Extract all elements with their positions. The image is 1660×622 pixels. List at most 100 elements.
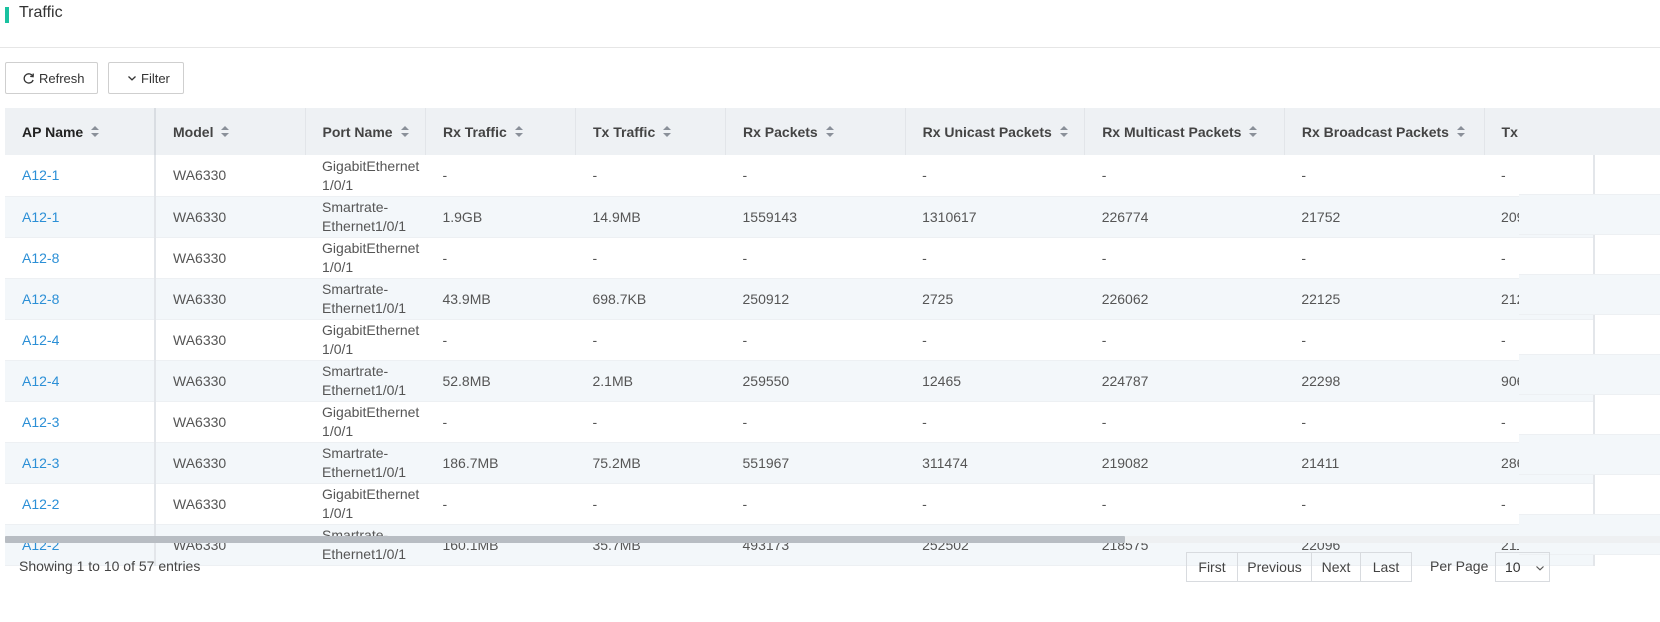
- column-header-rx-multicast-packets[interactable]: Rx Multicast Packets: [1084, 108, 1285, 155]
- cell-rx-broadcast-packets: 22298: [1284, 360, 1485, 402]
- cell-rx-traffic: 52.8MB: [425, 360, 576, 402]
- title-accent-bar: [5, 7, 9, 23]
- cell-port-name: Smartrate-Ethernet1/0/1: [305, 278, 426, 320]
- cell-rx-traffic: 186.7MB: [425, 442, 576, 484]
- pagination: First Previous Next Last: [1186, 552, 1412, 582]
- refresh-button[interactable]: Refresh: [5, 62, 98, 94]
- cell-rx-traffic: -: [425, 483, 576, 525]
- cell-rx-unicast-packets: -: [905, 155, 1085, 197]
- column-header-ap-name[interactable]: AP Name: [5, 108, 157, 155]
- cell-port-name: Smartrate-Ethernet1/0/1: [305, 524, 426, 566]
- sort-icon: [514, 126, 523, 138]
- cell-tx-traffic: -: [575, 237, 726, 279]
- cell-rx-unicast-packets: 311474: [905, 442, 1085, 484]
- cell-rx-multicast-packets: 226774: [1084, 196, 1285, 238]
- cell-ap-name[interactable]: A12-3: [5, 442, 157, 484]
- sort-icon: [400, 126, 409, 138]
- cell-rx-broadcast-packets: 21752: [1284, 196, 1485, 238]
- cell-rx-broadcast-packets: -: [1284, 483, 1485, 525]
- table-row: A12-1 WA6330 GigabitEthernet 1/0/1- - - - - - -: [5, 155, 1595, 197]
- cell-ap-name[interactable]: A12-2: [5, 483, 157, 525]
- cell-rx-unicast-packets: -: [905, 401, 1085, 443]
- filter-label: Filter: [141, 70, 170, 86]
- table-header-row: AP Name Model Port Name Rx Traffic Tx Tr…: [5, 108, 1595, 155]
- column-header-port-name[interactable]: Port Name: [305, 108, 426, 155]
- cell-tx-traffic: 35.7MB: [575, 524, 726, 566]
- cell-port-name: GigabitEthernet 1/0/1: [305, 155, 426, 197]
- cell-rx-unicast-packets: -: [905, 319, 1085, 361]
- cell-ap-name[interactable]: A12-4: [5, 360, 157, 402]
- cell-port-name: Smartrate-Ethernet1/0/1: [305, 442, 426, 484]
- cell-rx-packets: -: [725, 401, 906, 443]
- table-row: A12-1 WA6330 Smartrate-Ethernet1/0/1 1.9GB 1…: [5, 196, 1595, 238]
- table-row: A12-8 WA6330 GigabitEthernet 1/0/1- - - - - - -: [5, 237, 1595, 279]
- cell-rx-packets: -: [725, 155, 906, 197]
- page-title: Traffic: [19, 4, 63, 21]
- column-header-rx-unicast-packets[interactable]: Rx Unicast Packets: [905, 108, 1086, 155]
- cell-ap-name[interactable]: A12-4: [5, 319, 157, 361]
- cell-rx-traffic: 1.9GB: [425, 196, 576, 238]
- cell-rx-multicast-packets: 226062: [1084, 278, 1285, 320]
- per-page-label: Per Page: [1430, 558, 1489, 574]
- chevron-down-icon: [127, 74, 137, 82]
- column-header-model[interactable]: Model: [155, 108, 306, 155]
- cell-model: WA6330: [155, 237, 306, 279]
- cell-rx-traffic: -: [425, 237, 576, 279]
- cell-tx-traffic: -: [575, 401, 726, 443]
- first-page-button[interactable]: First: [1187, 553, 1238, 581]
- column-header-rx-traffic[interactable]: Rx Traffic: [425, 108, 576, 155]
- filter-button[interactable]: Filter: [108, 62, 184, 94]
- toolbar: Refresh Filter: [5, 62, 184, 94]
- cell-rx-unicast-packets: -: [905, 483, 1085, 525]
- cell-rx-multicast-packets: -: [1084, 237, 1285, 279]
- cell-model: WA6330: [155, 360, 306, 402]
- column-header-rx-broadcast-packets[interactable]: Rx Broadcast Packets: [1284, 108, 1485, 155]
- column-header-rx-packets[interactable]: Rx Packets: [725, 108, 906, 155]
- cell-port-name: GigabitEthernet 1/0/1: [305, 237, 426, 279]
- table-row: A12-4 WA6330 GigabitEthernet 1/0/1- - - - - - -: [5, 319, 1595, 361]
- table-row: A12-8 WA6330 Smartrate-Ethernet1/0/1 43.9MB…: [5, 278, 1595, 320]
- cell-port-name: GigabitEthernet 1/0/1: [305, 483, 426, 525]
- cell-rx-broadcast-packets: -: [1284, 319, 1485, 361]
- traffic-table-container: AP Name Model Port Name Rx Traffic Tx Tr…: [5, 108, 1660, 570]
- cell-rx-broadcast-packets: -: [1284, 237, 1485, 279]
- horizontal-scrollbar-thumb[interactable]: [5, 536, 1125, 543]
- cell-port-name: Smartrate-Ethernet1/0/1: [305, 196, 426, 238]
- cell-tx-traffic: -: [575, 155, 726, 197]
- previous-page-button[interactable]: Previous: [1238, 553, 1312, 581]
- last-page-button[interactable]: Last: [1361, 553, 1411, 581]
- cell-ap-name[interactable]: A12-1: [5, 155, 157, 197]
- cell-model: WA6330: [155, 196, 306, 238]
- cell-rx-multicast-packets: -: [1084, 483, 1285, 525]
- cell-ap-name[interactable]: A12-3: [5, 401, 157, 443]
- cell-rx-packets: 259550: [725, 360, 906, 402]
- cell-rx-unicast-packets: -: [905, 237, 1085, 279]
- next-page-button[interactable]: Next: [1312, 553, 1361, 581]
- table-row: A12-3 WA6330 GigabitEthernet 1/0/1- - - - - - -: [5, 401, 1595, 443]
- cell-rx-packets: -: [725, 237, 906, 279]
- chevron-down-icon: [1535, 559, 1545, 575]
- horizontal-scrollbar[interactable]: [5, 536, 1660, 543]
- cell-tx-traffic: 698.7KB: [575, 278, 726, 320]
- cell-rx-multicast-packets: -: [1084, 401, 1285, 443]
- per-page-select[interactable]: 10: [1495, 552, 1550, 582]
- cell-ap-name[interactable]: A12-8: [5, 237, 157, 279]
- cell-model: WA6330: [155, 155, 306, 197]
- cell-rx-broadcast-packets: -: [1284, 401, 1485, 443]
- column-header-tx-traffic[interactable]: Tx Traffic: [575, 108, 727, 155]
- entries-info: Showing 1 to 10 of 57 entries: [19, 558, 201, 574]
- table-row: A12-2 WA6330 GigabitEthernet 1/0/1- - - - - - -: [5, 483, 1595, 525]
- cell-ap-name[interactable]: A12-1: [5, 196, 157, 238]
- cell-rx-traffic: 43.9MB: [425, 278, 576, 320]
- cell-tx-traffic: -: [575, 483, 726, 525]
- cell-port-name: GigabitEthernet 1/0/1: [305, 319, 426, 361]
- cell-model: WA6330: [155, 319, 306, 361]
- column-toggle-header: + / -: [1519, 108, 1660, 155]
- cell-ap-name[interactable]: A12-8: [5, 278, 157, 320]
- cell-rx-broadcast-packets: 21411: [1284, 442, 1485, 484]
- cell-rx-broadcast-packets: 22125: [1284, 278, 1485, 320]
- cell-model: WA6330: [155, 278, 306, 320]
- sort-icon: [1249, 126, 1258, 138]
- cell-rx-packets: 250912: [725, 278, 906, 320]
- sort-icon: [221, 126, 230, 138]
